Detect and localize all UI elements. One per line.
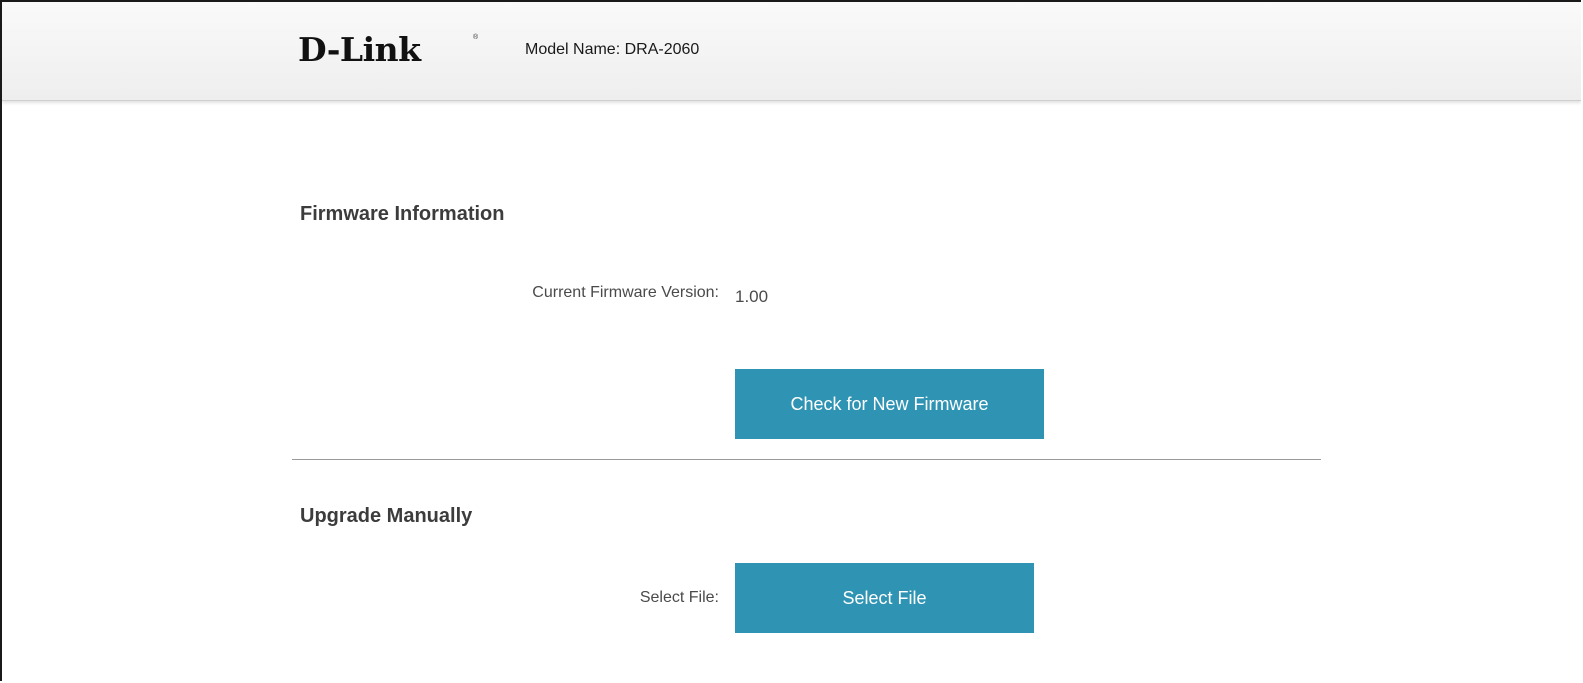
dlink-logo: D-Link <box>298 30 421 69</box>
select-file-label: Select File: <box>639 589 719 606</box>
current-firmware-version-value: 1.00 <box>735 287 769 306</box>
top-header: D-Link ® Model Name: DRA-2060 <box>2 2 1581 101</box>
current-firmware-version-label: Current Firmware Version: <box>532 284 719 301</box>
firmware-information-title: Firmware Information <box>300 203 505 225</box>
upgrade-manually-title: Upgrade Manually <box>300 505 473 527</box>
model-name: Model Name: DRA-2060 <box>525 41 700 58</box>
section-divider <box>292 459 1321 460</box>
check-for-new-firmware-button[interactable]: Check for New Firmware <box>735 369 1044 439</box>
select-file-button[interactable]: Select File <box>735 563 1034 633</box>
registered-mark: ® <box>473 34 479 41</box>
app-window: D-Link ® Model Name: DRA-2060 Firmware I… <box>0 0 1581 681</box>
